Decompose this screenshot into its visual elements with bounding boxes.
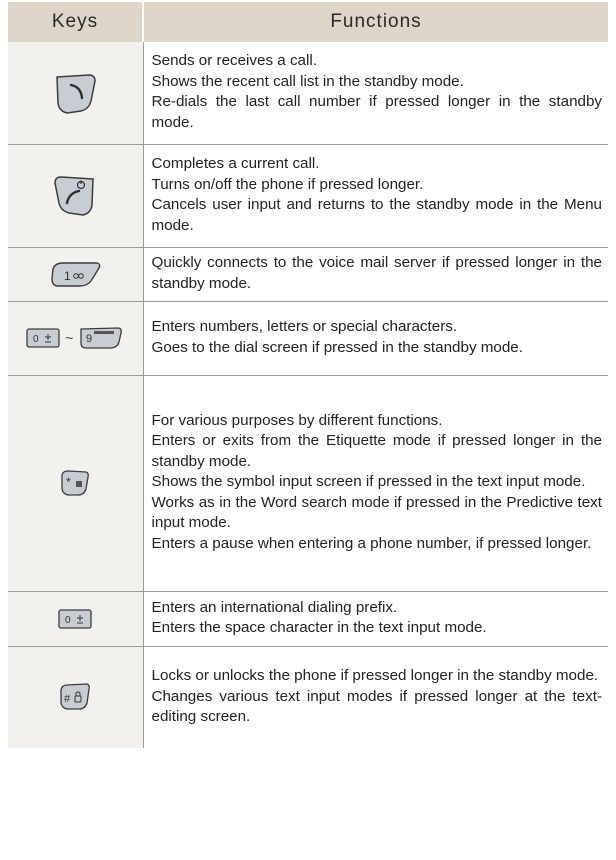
table-row: 1 Quickly connects to the voice mail ser… — [8, 247, 608, 302]
header-keys: Keys — [8, 2, 144, 42]
description-line: Shows the symbol input screen if pressed… — [151, 473, 586, 491]
key-cell — [8, 42, 144, 145]
key-label: * — [66, 475, 71, 489]
function-description: Sends or receives a call. Shows the rece… — [143, 42, 608, 145]
star-key-icon: * — [61, 470, 90, 496]
send-key-icon — [56, 73, 97, 114]
key-cell: 1 — [8, 247, 144, 302]
function-description: Locks or unlocks the phone if pressed lo… — [143, 646, 608, 748]
key-cell: 0 ~ 9 — [8, 301, 144, 376]
end-power-key-icon — [54, 175, 95, 216]
voicemail-1-key-icon: 1 — [51, 262, 101, 287]
description-line: Cancels user input and returns to the st… — [151, 196, 603, 234]
description-line: Works as in the Word search mode if pres… — [151, 493, 603, 532]
key-label: 1 — [64, 269, 71, 283]
description-line: Re-dials the last call number if pressed… — [151, 93, 603, 131]
key-cell: * — [8, 375, 144, 592]
description-line: Enters a pause when entering a phone num… — [151, 534, 592, 552]
key-range-separator: ~ — [65, 329, 74, 346]
table-row: Sends or receives a call. Shows the rece… — [8, 42, 608, 145]
0-key-icon: 0 — [26, 328, 60, 348]
description-line: Changes various text input modes if pres… — [151, 687, 603, 726]
function-description: For various purposes by different functi… — [143, 375, 608, 592]
description-line: Shows the recent call list in the standb… — [151, 72, 464, 90]
description-line: Enters numbers, letters or special chara… — [151, 318, 458, 335]
key-label: 9 — [86, 333, 92, 345]
function-description: Quickly connects to the voice mail serve… — [143, 247, 608, 302]
description-line: Goes to the dial screen if pressed in th… — [151, 338, 523, 356]
key-cell: 0 — [8, 591, 144, 647]
key-functions-table: Keys Functions Sends or receives a call.… — [8, 2, 608, 748]
table-row: # Locks or unlocks the phone if pressed … — [8, 646, 608, 748]
header-functions: Functions — [143, 2, 608, 42]
description-line: Sends or receives a call. — [151, 52, 317, 70]
9-key-icon: 9 — [80, 327, 123, 349]
key-cell — [8, 144, 144, 248]
description-line: Locks or unlocks the phone if pressed lo… — [151, 667, 599, 684]
key-label: 0 — [33, 334, 39, 345]
function-description: Enters an international dialing prefix. … — [143, 591, 608, 647]
description-line: Enters the space character in the text i… — [151, 619, 487, 636]
0-key-icon: 0 — [58, 608, 92, 629]
description-line: For various purposes by different functi… — [151, 411, 443, 429]
description-line: Completes a current call. — [151, 155, 320, 172]
function-description: Enters numbers, letters or special chara… — [143, 301, 608, 376]
key-cell: # — [8, 646, 144, 748]
table-row: Completes a current call. Turns on/off t… — [8, 144, 608, 248]
table-row: 0 Enters an international dialing prefix… — [8, 591, 608, 647]
description-line: Turns on/off the phone if pressed longer… — [151, 175, 424, 193]
description-line: Enters or exits from the Etiquette mode … — [151, 432, 603, 470]
table-row: 0 ~ 9 Enters numbers, letters or special… — [8, 301, 608, 376]
function-description: Completes a current call. Turns on/off t… — [143, 144, 608, 248]
key-label: # — [64, 693, 71, 705]
description-line: Enters an international dialing prefix. — [151, 598, 398, 616]
hash-key-icon: # — [60, 683, 91, 710]
description-line: Quickly connects to the voice mail serve… — [151, 254, 603, 292]
header-row: Keys Functions — [8, 2, 608, 42]
table-row: * For various purposes by different func… — [8, 375, 608, 592]
key-label: 0 — [65, 615, 71, 626]
